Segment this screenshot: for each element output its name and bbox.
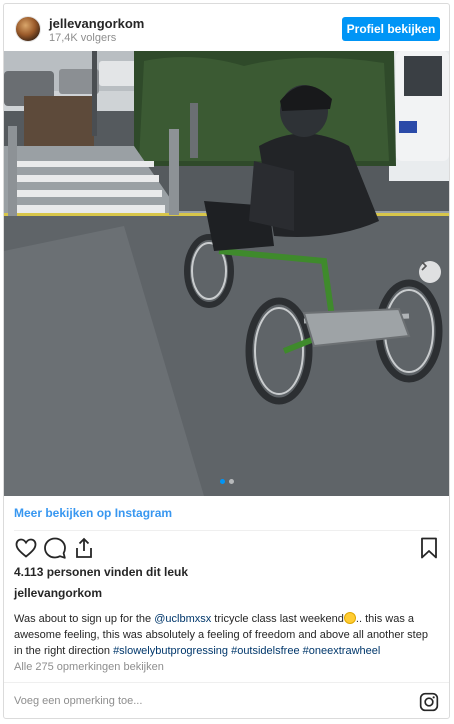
post-caption: Was about to sign up for the @uclbmxsx t… bbox=[14, 611, 439, 659]
carousel-indicator bbox=[4, 479, 449, 484]
divider bbox=[14, 530, 439, 531]
carousel-dot-1 bbox=[219, 479, 225, 484]
comment-input[interactable]: Voeg een opmerking toe... bbox=[14, 695, 142, 707]
view-profile-button[interactable]: Profiel bekijken bbox=[342, 17, 440, 41]
avatar[interactable] bbox=[15, 16, 41, 42]
smiley-emoji-icon bbox=[343, 612, 356, 624]
instagram-icon[interactable] bbox=[419, 692, 439, 712]
view-more-on-instagram-link[interactable]: Meer bekijken op Instagram bbox=[14, 506, 172, 520]
post-photo bbox=[4, 51, 449, 496]
comment-bar: Voeg een opmerking toe... bbox=[4, 682, 449, 718]
hashtag[interactable]: #outsidelsfree bbox=[231, 645, 300, 657]
view-all-comments-link[interactable]: Alle 275 opmerkingen bekijken bbox=[14, 661, 164, 673]
header-username[interactable]: jellevangorkom bbox=[49, 16, 144, 31]
next-slide-button[interactable] bbox=[419, 261, 441, 283]
caption-mention[interactable]: @uclbmxsx bbox=[154, 613, 211, 625]
carousel-dot-2 bbox=[228, 479, 234, 484]
hashtag[interactable]: #oneextrawheel bbox=[303, 645, 381, 657]
comment-icon[interactable] bbox=[43, 536, 67, 560]
hashtag[interactable]: #slowelybutprogressing bbox=[113, 645, 228, 657]
follower-count: 17,4K volgers bbox=[49, 32, 117, 44]
share-icon[interactable] bbox=[72, 536, 96, 560]
caption-text-2: tricycle class last weekend bbox=[211, 613, 344, 625]
post-header: jellevangorkom 17,4K volgers Profiel bek… bbox=[4, 4, 449, 52]
caption-text-1: Was about to sign up for the bbox=[14, 613, 155, 625]
like-count[interactable]: 4.113 personen vinden dit leuk bbox=[14, 565, 188, 579]
instagram-embed-card: jellevangorkom 17,4K volgers Profiel bek… bbox=[3, 3, 450, 719]
bookmark-icon[interactable] bbox=[417, 536, 441, 560]
action-bar bbox=[12, 536, 441, 562]
chevron-right-icon bbox=[421, 261, 428, 271]
post-media[interactable] bbox=[4, 51, 449, 496]
caption-username[interactable]: jellevangorkom bbox=[14, 586, 102, 600]
heart-icon[interactable] bbox=[14, 536, 38, 560]
